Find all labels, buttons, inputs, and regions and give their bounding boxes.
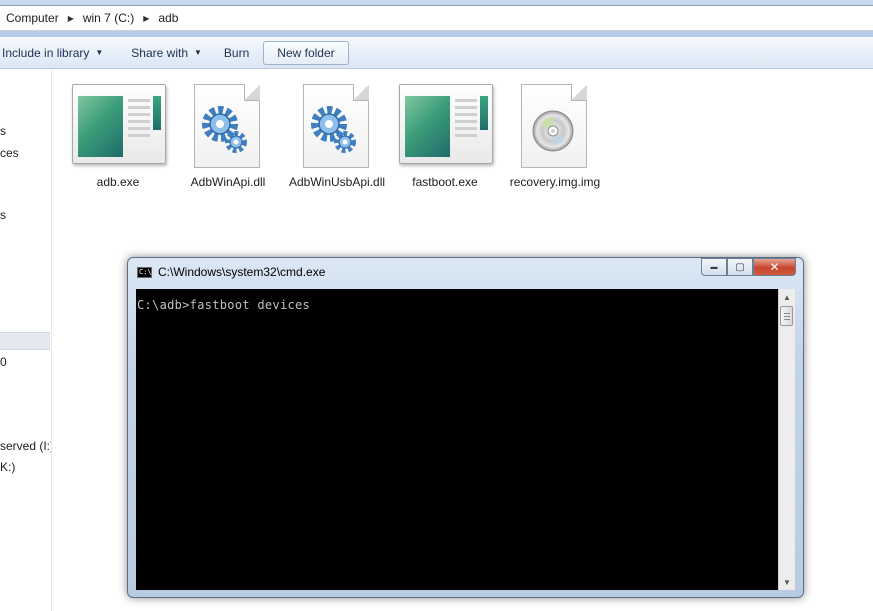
minimize-icon: ▬ bbox=[710, 263, 718, 271]
file-label: adb.exe bbox=[96, 175, 140, 189]
vertical-scrollbar[interactable]: ▲ ▼ bbox=[778, 289, 795, 590]
nav-selection-highlight bbox=[0, 332, 50, 350]
file-item-adb-exe[interactable]: adb.exe bbox=[66, 84, 170, 189]
share-with-label: Share with bbox=[131, 45, 188, 60]
breadcrumb-drive[interactable]: win 7 (C:) bbox=[81, 11, 136, 25]
file-item-recovery-img[interactable]: recovery.img.img bbox=[503, 84, 607, 189]
close-button[interactable]: ✕ bbox=[753, 258, 796, 276]
include-in-library-button[interactable]: Include in library ▼ bbox=[0, 41, 113, 65]
command-prompt-icon-text: C:\ bbox=[139, 267, 152, 276]
nav-item[interactable]: K:) bbox=[0, 460, 15, 474]
disc-document-icon bbox=[503, 84, 607, 172]
command-prompt-icon[interactable]: C:\ bbox=[137, 266, 152, 278]
file-label: recovery.img.img bbox=[509, 175, 601, 189]
file-label: AdbWinApi.dll bbox=[190, 175, 266, 189]
breadcrumb-arrow-icon[interactable]: ▶ bbox=[143, 14, 149, 23]
nav-item[interactable]: s bbox=[0, 124, 6, 138]
file-item-adbwinapi-dll[interactable]: AdbWinApi.dll bbox=[176, 84, 280, 189]
application-window-icon bbox=[66, 84, 170, 172]
scroll-thumb[interactable] bbox=[780, 306, 793, 326]
include-in-library-label: Include in library bbox=[2, 45, 90, 60]
breadcrumb-folder[interactable]: adb bbox=[156, 11, 180, 25]
minimize-button[interactable]: ▬ bbox=[701, 258, 727, 276]
share-with-button[interactable]: Share with ▼ bbox=[121, 41, 212, 65]
chevron-down-icon: ▼ bbox=[194, 48, 202, 57]
address-bar[interactable]: Computer ▶ win 7 (C:) ▶ adb bbox=[0, 5, 873, 31]
scroll-up-arrow-icon[interactable]: ▲ bbox=[779, 289, 795, 305]
cmd-window-title: C:\Windows\system32\cmd.exe bbox=[158, 265, 326, 279]
file-label: fastboot.exe bbox=[412, 175, 478, 189]
new-folder-button[interactable]: New folder bbox=[263, 40, 349, 65]
command-bar: Include in library ▼ Share with ▼ Burn N… bbox=[0, 37, 873, 69]
gears-document-icon bbox=[176, 84, 280, 172]
gears-document-icon bbox=[285, 84, 389, 172]
burn-label: Burn bbox=[223, 45, 250, 60]
close-icon: ✕ bbox=[769, 260, 780, 274]
nav-item[interactable]: ces bbox=[0, 146, 19, 160]
console-area[interactable]: C:\adb>fastboot devices bbox=[136, 289, 778, 590]
navigation-pane[interactable]: s ces s 0 served (I:) K:) bbox=[0, 70, 52, 611]
burn-button[interactable]: Burn bbox=[214, 41, 259, 65]
maximize-icon: ▢ bbox=[735, 261, 745, 273]
nav-item[interactable]: served (I:) bbox=[0, 439, 51, 453]
nav-item[interactable]: s bbox=[0, 208, 6, 222]
file-item-adbwinusbapi-dll[interactable]: AdbWinUsbApi.dll bbox=[285, 84, 389, 189]
nav-item[interactable]: 0 bbox=[0, 355, 7, 369]
file-label: AdbWinUsbApi.dll bbox=[289, 175, 386, 189]
file-item-fastboot-exe[interactable]: fastboot.exe bbox=[393, 84, 497, 189]
caption-buttons: ▬ ▢ ✕ bbox=[701, 258, 796, 276]
chevron-down-icon: ▼ bbox=[95, 48, 104, 57]
scroll-down-arrow-icon[interactable]: ▼ bbox=[779, 574, 795, 590]
breadcrumb-computer[interactable]: Computer bbox=[4, 11, 61, 25]
console-line: C:\adb>fastboot devices bbox=[137, 298, 311, 312]
cmd-window[interactable]: C:\ C:\Windows\system32\cmd.exe ▬ ▢ ✕ C:… bbox=[127, 257, 804, 598]
breadcrumb-arrow-icon[interactable]: ▶ bbox=[68, 14, 74, 23]
new-folder-label: New folder bbox=[277, 45, 335, 60]
application-window-icon bbox=[393, 84, 497, 172]
maximize-button[interactable]: ▢ bbox=[727, 258, 753, 276]
